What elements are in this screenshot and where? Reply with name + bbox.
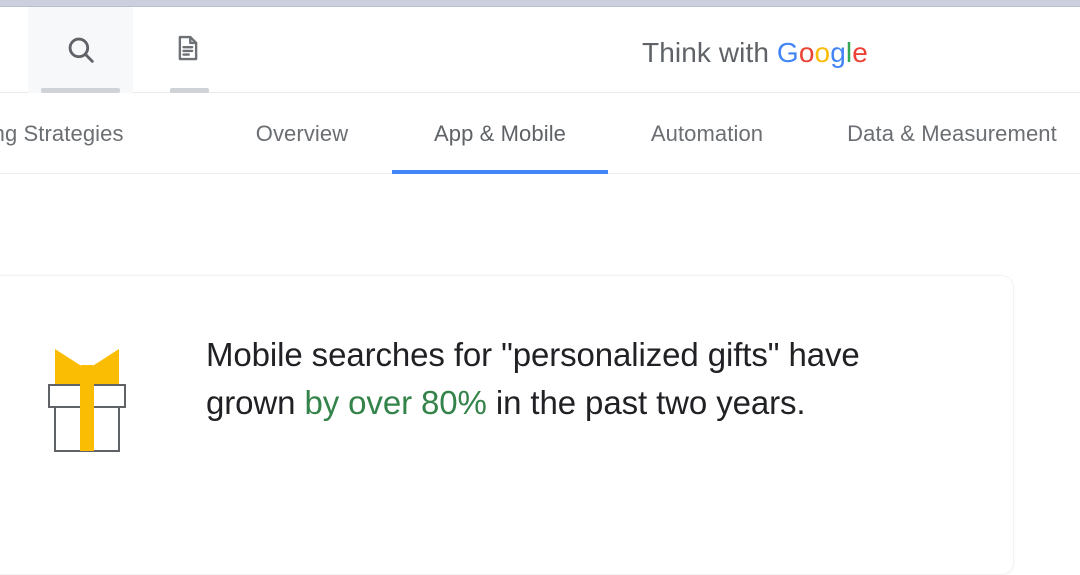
google-letter-g1: G (776, 37, 799, 68)
brand-prefix: Think with (642, 37, 777, 68)
nav-item-marketing-strategies[interactable]: keting Strategies (0, 93, 198, 174)
gift-box-icon (41, 343, 133, 453)
document-icon (173, 33, 207, 67)
nav-item-overview[interactable]: Overview (224, 93, 380, 174)
browser-chrome-strip (0, 0, 1080, 7)
insight-statement: Mobile searches for "personalized gifts"… (206, 331, 926, 427)
nav-active-indicator (392, 170, 608, 174)
search-icon (64, 33, 98, 67)
nav-item-label: App & Mobile (433, 120, 567, 146)
nav-item-label: Overview (255, 120, 349, 146)
google-wordmark: Google (777, 37, 868, 68)
tab-search[interactable] (28, 7, 133, 93)
primary-nav: keting Strategies Overview App & Mobile … (0, 93, 1080, 174)
google-letter-e: e (852, 37, 868, 68)
nav-item-label: Automation (650, 120, 764, 146)
site-header: Think with Google (0, 7, 1080, 93)
google-letter-o1: o (798, 37, 815, 68)
nav-item-data-and-measurement[interactable]: Data & Measurement (824, 93, 1080, 174)
insight-text-part2: in the past two years. (486, 384, 806, 421)
nav-item-automation[interactable]: Automation (624, 93, 790, 174)
insight-card: Mobile searches for "personalized gifts"… (0, 275, 1014, 575)
nav-item-label: keting Strategies (0, 120, 124, 146)
brand-logo[interactable]: Think with Google (642, 35, 868, 71)
google-letter-g2: g (830, 37, 846, 68)
nav-item-app-and-mobile[interactable]: App & Mobile (392, 93, 608, 174)
tab-articles[interactable] (137, 7, 242, 93)
insight-highlight-stat: by over 80% (304, 384, 487, 421)
google-letter-o2: o (814, 37, 831, 68)
nav-item-label: Data & Measurement (847, 120, 1057, 146)
